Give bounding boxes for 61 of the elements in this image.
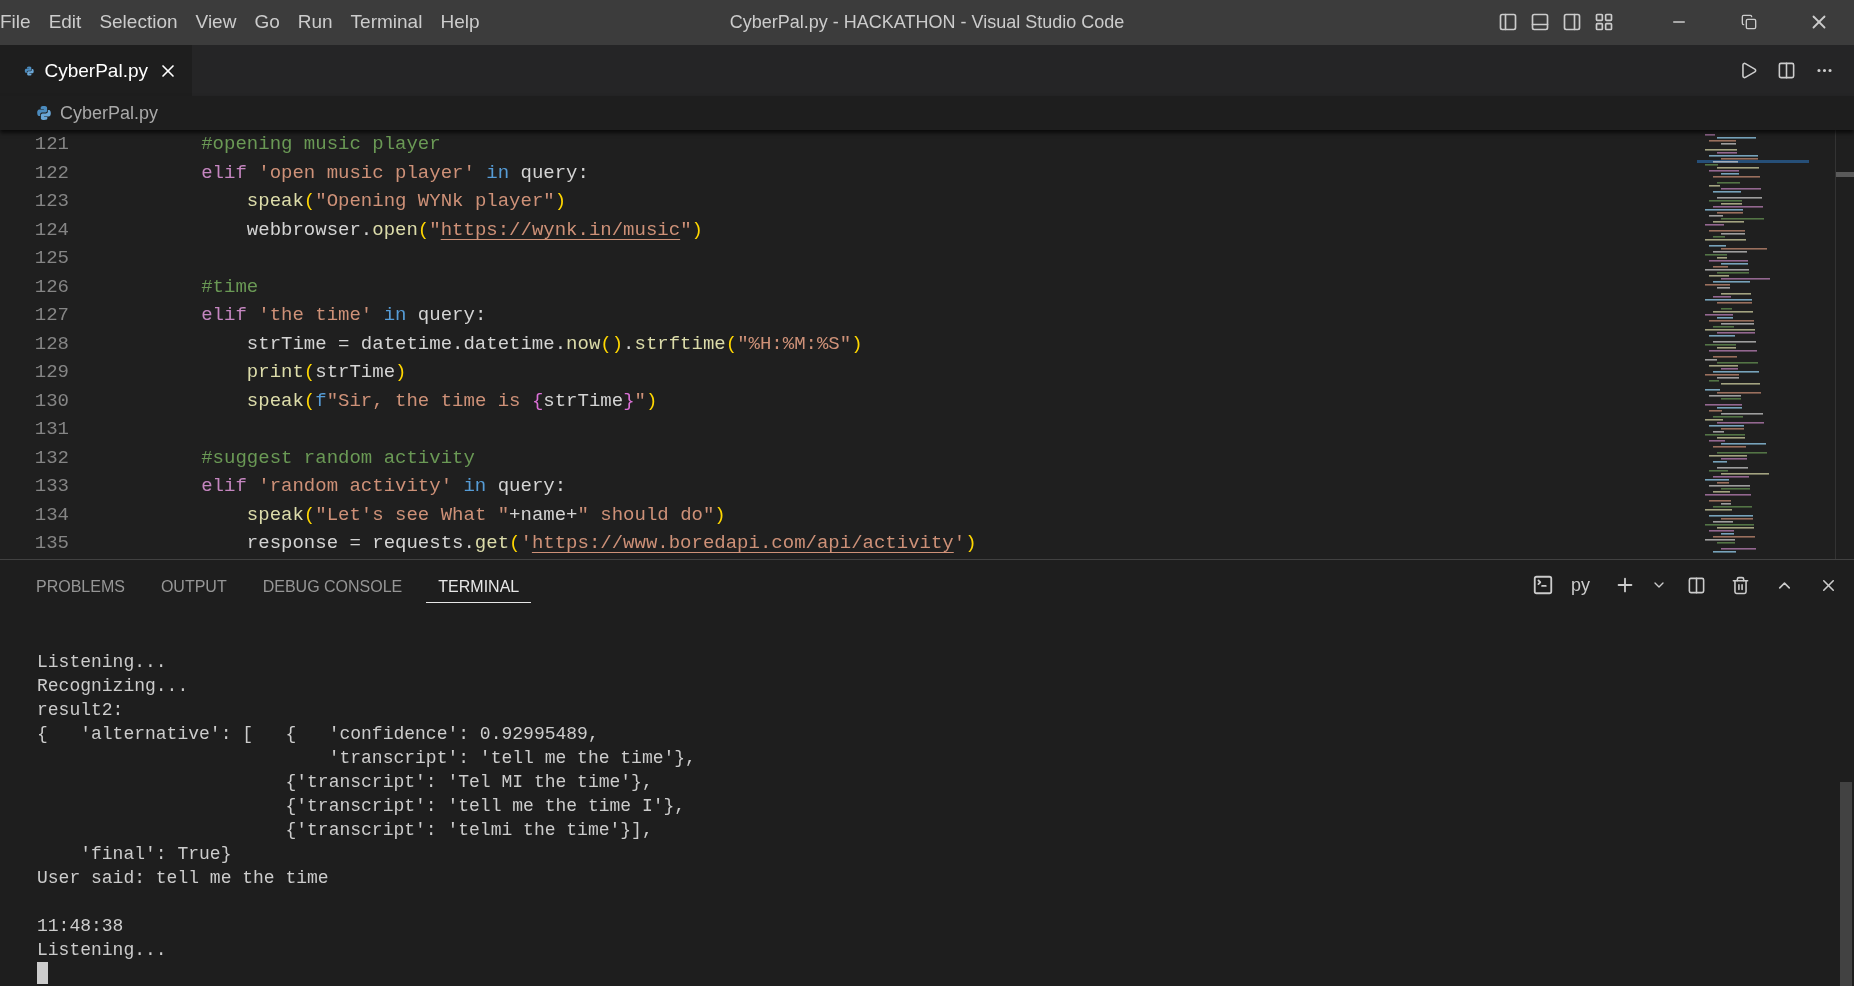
tab-label: CyberPal.py [44, 60, 148, 82]
code-line: #time [200, 275, 259, 298]
terminal-line: 11:48:38 [37, 916, 124, 936]
code-line: response = requests.get('https://www.boredapi.com/api/activity') [245, 532, 977, 555]
editor-tab[interactable]: CyberPal.py [0, 44, 192, 97]
terminal-line: result2: [37, 700, 124, 720]
panel-tab[interactable]: TERMINAL [426, 569, 532, 603]
menu-item[interactable]: File [0, 11, 40, 34]
line-number: 126 [33, 275, 69, 298]
menu-item[interactable]: Help [431, 11, 489, 34]
panel-tab[interactable]: PROBLEMS [24, 569, 137, 603]
line-number: 128 [33, 332, 69, 355]
terminal-line: Listening... [37, 940, 167, 960]
terminal-line: {'transcript': 'telmi the time'}], [284, 820, 653, 840]
terminal-line: Recognizing... [37, 676, 189, 696]
code-line: #opening music player [200, 133, 441, 156]
terminal-name[interactable]: py [1571, 574, 1590, 596]
code-line: elif 'open music player' in query: [200, 161, 589, 184]
panel-tab[interactable]: DEBUG CONSOLE [250, 569, 415, 603]
line-number: 134 [33, 503, 69, 526]
code-line: speak("Let's see What "+name+" should do") [245, 503, 726, 526]
line-number: 125 [33, 247, 69, 270]
code-line: #suggest random activity [200, 446, 475, 469]
code-line: elif 'random activity' in query: [200, 475, 567, 498]
menu-item[interactable]: Run [288, 11, 342, 34]
panel-tab[interactable]: OUTPUT [148, 569, 239, 603]
menu-item[interactable]: Go [245, 11, 289, 34]
line-number: 135 [33, 532, 69, 555]
code-line: speak("Opening WYNk player") [245, 190, 567, 213]
terminal-cursor [37, 962, 48, 984]
line-number: 121 [33, 133, 69, 156]
line-number: 123 [33, 190, 69, 213]
code-line: print(strTime) [245, 361, 407, 384]
window-title: CyberPal.py - HACKATHON - Visual Studio Code [729, 11, 1125, 33]
menu-item[interactable]: Terminal [341, 11, 432, 34]
line-number: 130 [33, 389, 69, 412]
python-file-icon [24, 63, 35, 79]
terminal-line: Listening... [37, 652, 167, 672]
code-line: elif 'the time' in query: [200, 304, 487, 327]
scrollbar[interactable] [1835, 130, 1854, 559]
code-line: webbrowser.open("https://wynk.in/music") [245, 218, 703, 241]
menu-item[interactable]: Selection [90, 11, 187, 34]
line-number: 129 [33, 361, 69, 384]
terminal-line: {'transcript': 'tell me the time I'}, [284, 796, 686, 816]
terminal-line: User said: tell me the time [37, 868, 329, 888]
code-line: speak(f"Sir, the time is {strTime}") [245, 389, 658, 412]
line-number: 131 [33, 418, 69, 441]
line-number: 132 [33, 446, 69, 469]
terminal-line: {'transcript': 'Tel MI the time'}, [284, 772, 653, 792]
menu-item[interactable]: View [186, 11, 246, 34]
code-line: strTime = datetime.datetime.now().strftime("%H:%M:%S") [245, 332, 863, 355]
python-file-icon [36, 105, 52, 122]
line-number: 124 [33, 218, 69, 241]
menu-item[interactable]: Edit [39, 11, 91, 34]
breadcrumb-item[interactable]: CyberPal.py [60, 102, 159, 124]
terminal-line: 'final': True} [79, 844, 232, 864]
line-number: 133 [33, 475, 69, 498]
terminal-line: 'transcript': 'tell me the time'}, [327, 748, 696, 768]
line-number: 122 [33, 161, 69, 184]
line-number: 127 [33, 304, 69, 327]
terminal-line: { 'alternative': [ { 'confidence': 0.92995489, [37, 724, 599, 744]
